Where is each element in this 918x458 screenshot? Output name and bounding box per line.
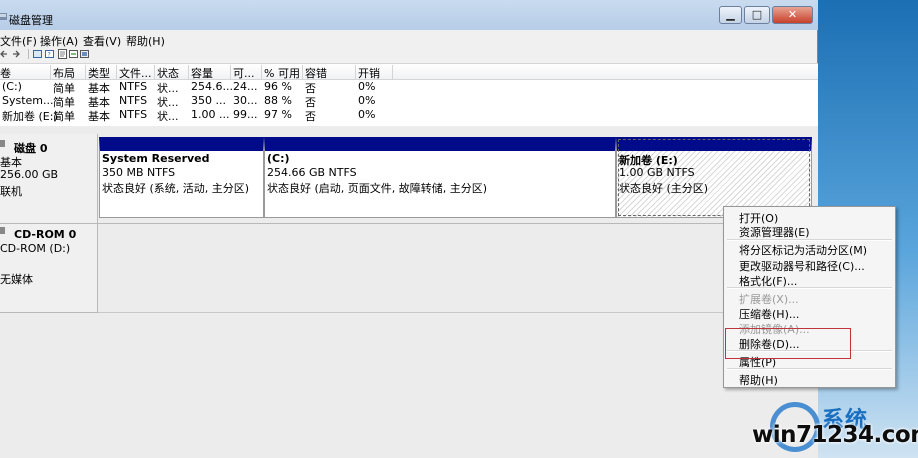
volume-list-header: 卷 布局 类型 文件... 状态 容量 可... % 可用 容错 开销 (0, 64, 818, 80)
settings-icon[interactable] (80, 49, 89, 59)
table-cell: 88 % (264, 94, 292, 107)
menu-separator (727, 287, 892, 289)
menu-action[interactable]: 操作(A) (40, 33, 78, 49)
partition-status: 状态良好 (主分区) (619, 182, 709, 195)
forward-arrow-icon[interactable] (11, 49, 20, 59)
table-cell: 否 (305, 110, 316, 123)
table-cell: (C:) (2, 80, 22, 93)
col-type[interactable]: 类型 (86, 65, 117, 80)
toolbar-separator-icon (28, 49, 29, 59)
table-row[interactable]: System... 简单 基本 NTFS 状... 350 ... 30... 88 % 否 0% (0, 94, 818, 109)
table-cell: 97 % (264, 108, 292, 121)
properties-icon[interactable] (58, 49, 67, 59)
table-cell: 简单 (53, 110, 75, 123)
partition-name: (C:) (267, 152, 290, 165)
table-cell: 99... (233, 108, 258, 121)
menu-help[interactable]: 帮助(H) (126, 33, 165, 49)
menu-separator (727, 368, 892, 370)
svg-text:?: ? (48, 52, 51, 59)
col-status[interactable]: 状态 (155, 65, 189, 80)
disk-icon (0, 140, 5, 147)
table-cell: NTFS (119, 94, 148, 107)
table-cell: 状... (157, 110, 179, 123)
table-cell: 0% (358, 108, 376, 121)
cdrom-drive: CD-ROM (D:) (0, 242, 71, 255)
table-cell: 96 % (264, 80, 292, 93)
partition-c[interactable]: (C:) 254.66 GB NTFS 状态良好 (启动, 页面文件, 故障转储… (264, 137, 616, 218)
partition-name: System Reserved (102, 152, 210, 165)
table-cell: NTFS (119, 108, 148, 121)
disk-size: 256.00 GB (0, 168, 59, 181)
partition-status: 状态良好 (启动, 页面文件, 故障转储, 主分区) (267, 182, 488, 195)
watermark-text: win71234.com (752, 422, 918, 448)
col-percent-free[interactable]: % 可用 (262, 65, 303, 80)
table-cell: NTFS (119, 80, 148, 93)
close-button[interactable]: ✕ (772, 6, 813, 24)
menu-item-shrink-volume[interactable]: 压缩卷(H)... (739, 306, 799, 322)
back-arrow-icon[interactable] (0, 49, 9, 59)
disk-management-window: 磁盘管理 ▁ □ ✕ 文件(F) 操作(A) 查看(V) 帮助(H) ? 卷 布… (0, 0, 818, 458)
col-capacity[interactable]: 容量 (189, 65, 231, 80)
table-cell: 254.6... (191, 80, 233, 93)
cdrom-icon (0, 227, 5, 234)
table-cell: System... (2, 94, 54, 107)
delete-volume-highlight-box (725, 328, 851, 359)
disk-status: 联机 (0, 185, 22, 198)
partition-size: 254.66 GB NTFS (267, 166, 357, 179)
menu-item-help[interactable]: 帮助(H) (739, 372, 778, 388)
menu-item-extend-volume[interactable]: 扩展卷(X)... (739, 291, 799, 307)
table-cell: 0% (358, 80, 376, 93)
disk-graphical-view: 磁盘 0 基本 256.00 GB 联机 System Reserved 350… (0, 126, 818, 458)
col-filesystem[interactable]: 文件... (117, 65, 155, 80)
table-cell: 新加卷 (E:) (2, 110, 58, 123)
console-tree-icon[interactable] (33, 49, 42, 59)
cdrom-label: CD-ROM 0 (14, 228, 77, 241)
menu-bar: 文件(F) 操作(A) 查看(V) 帮助(H) (0, 31, 818, 48)
window-title: 磁盘管理 (9, 14, 53, 27)
table-cell: 30... (233, 94, 258, 107)
partition-size: 1.00 GB NTFS (619, 166, 695, 179)
table-cell: 24... (233, 80, 258, 93)
table-cell: 0% (358, 94, 376, 107)
volume-list: 卷 布局 类型 文件... 状态 容量 可... % 可用 容错 开销 (C:)… (0, 63, 818, 127)
table-row[interactable]: 新加卷 (E:) 简单 基本 NTFS 状... 1.00 ... 99... 97 % 否 0% (0, 108, 818, 123)
menu-item-change-drive-letter[interactable]: 更改驱动器号和路径(C)... (739, 258, 865, 274)
partition-size: 350 MB NTFS (102, 166, 176, 179)
title-bar[interactable]: 磁盘管理 ▁ □ ✕ (0, 0, 818, 30)
toolbar: ? (0, 48, 818, 62)
disk-0-header[interactable]: 磁盘 0 基本 256.00 GB 联机 (0, 134, 98, 224)
divider (98, 312, 818, 313)
cdrom-0-header[interactable]: CD-ROM 0 CD-ROM (D:) 无媒体 (0, 224, 98, 313)
menu-view[interactable]: 查看(V) (83, 33, 121, 49)
partition-system-reserved[interactable]: System Reserved 350 MB NTFS 状态良好 (系统, 活动… (99, 137, 264, 218)
menu-separator (727, 239, 892, 241)
menu-file[interactable]: 文件(F) (0, 33, 37, 49)
maximize-button[interactable]: □ (744, 6, 770, 24)
col-volume[interactable]: 卷 (0, 65, 51, 80)
table-cell: 1.00 ... (191, 108, 230, 121)
table-row[interactable]: (C:) 简单 基本 NTFS 状... 254.6... 24... 96 % 否 0% (0, 80, 818, 95)
table-cell: 350 ... (191, 94, 226, 107)
table-cell: 基本 (88, 110, 110, 123)
help-icon[interactable]: ? (45, 49, 54, 59)
divider (98, 223, 818, 224)
app-icon (0, 13, 7, 20)
partition-status: 状态良好 (系统, 活动, 主分区) (102, 182, 250, 195)
refresh-icon[interactable] (69, 49, 78, 59)
col-layout[interactable]: 布局 (51, 65, 86, 80)
minimize-button[interactable]: ▁ (719, 6, 742, 24)
col-free-space[interactable]: 可... (231, 65, 262, 80)
col-overhead[interactable]: 开销 (356, 65, 393, 80)
col-fault-tolerance[interactable]: 容错 (303, 65, 356, 80)
menu-item-explore[interactable]: 资源管理器(E) (739, 224, 810, 240)
menu-item-mark-active[interactable]: 将分区标记为活动分区(M) (739, 242, 867, 258)
context-menu: 打开(O) 资源管理器(E) 将分区标记为活动分区(M) 更改驱动器号和路径(C)..… (723, 206, 896, 388)
cdrom-media: 无媒体 (0, 273, 33, 286)
